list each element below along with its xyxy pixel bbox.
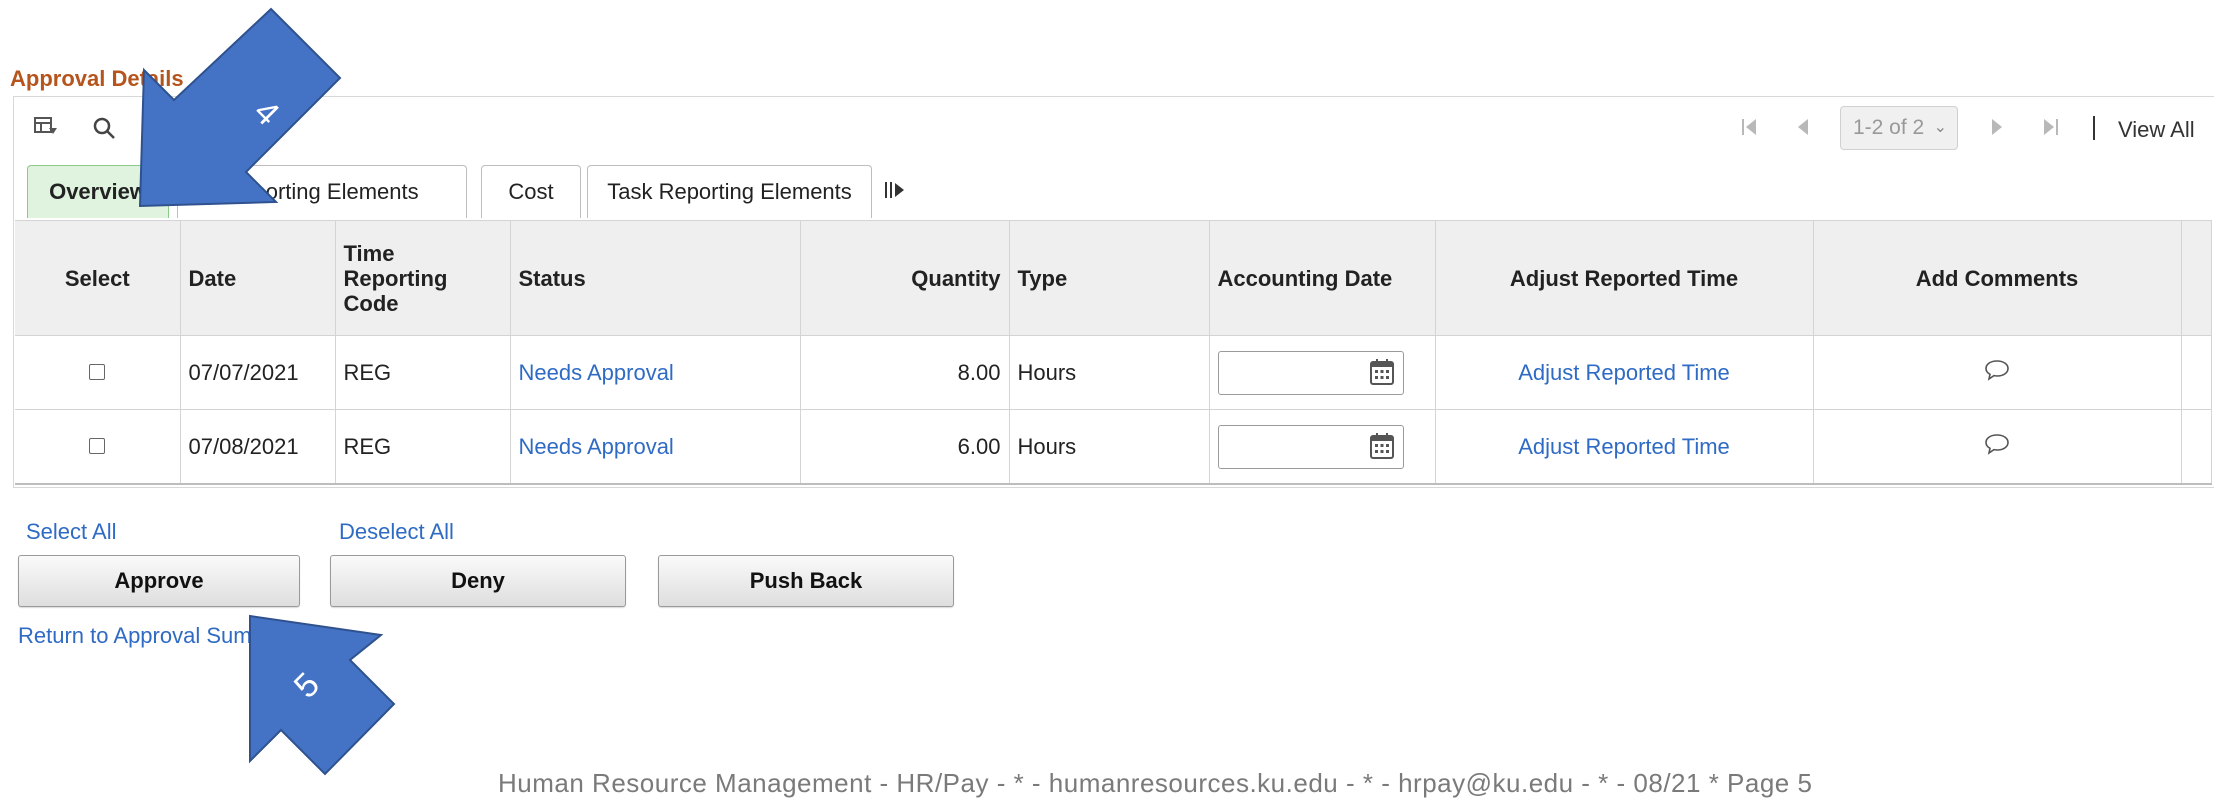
col-header-date[interactable]: Date (180, 220, 336, 336)
table-row: 07/08/2021 REG Needs Approval 6.00 Hours… (15, 409, 2212, 485)
annotation-arrow-4: 4 (138, 7, 342, 208)
approval-table: Select Date Time Reporting Code Status Q… (15, 220, 2212, 485)
col-header-accounting-date[interactable]: Accounting Date (1209, 220, 1436, 336)
col-header-type[interactable]: Type (1009, 220, 1210, 336)
annotation-arrow-5: 5 (249, 614, 396, 776)
page-range-value: 1-2 of 2 (1853, 116, 1925, 139)
show-all-columns-icon[interactable] (884, 180, 906, 206)
next-page-icon[interactable] (1988, 116, 2004, 144)
table-row: 07/07/2021 REG Needs Approval 8.00 Hours… (15, 335, 2212, 410)
row-status-link[interactable]: Needs Approval (519, 434, 674, 459)
calendar-icon[interactable] (1369, 358, 1395, 386)
comment-icon[interactable] (1984, 359, 2010, 381)
push-back-button[interactable]: Push Back (658, 555, 954, 607)
row-quantity: 6.00 (800, 409, 1010, 485)
previous-page-icon[interactable] (1796, 116, 1812, 144)
select-all-link[interactable]: Select All (26, 519, 117, 545)
page-range-select[interactable]: 1-2 of 2 ⌄ (1840, 106, 1958, 150)
row-trc: REG (335, 409, 511, 485)
col-header-status[interactable]: Status (510, 220, 801, 336)
pager-divider (2093, 116, 2095, 140)
grid-personalize-icon[interactable] (34, 116, 58, 143)
deny-button[interactable]: Deny (330, 555, 626, 607)
first-page-icon[interactable] (1740, 116, 1760, 144)
row-select-checkbox[interactable] (89, 363, 106, 380)
col-header-spacer (2181, 220, 2212, 336)
col-header-comments[interactable]: Add Comments (1813, 220, 2182, 336)
page-footer: Human Resource Management - HR/Pay - * -… (498, 768, 1813, 798)
row-date: 07/07/2021 (180, 335, 336, 410)
table-header-row: Select Date Time Reporting Code Status Q… (15, 220, 2212, 336)
view-all-link[interactable]: View All (2118, 117, 2195, 143)
row-trc: REG (335, 335, 511, 410)
row-date: 07/08/2021 (180, 409, 336, 485)
tab-cost[interactable]: Cost (481, 165, 581, 218)
approve-button[interactable]: Approve (18, 555, 300, 607)
row-select-checkbox[interactable] (89, 437, 106, 454)
row-status-link[interactable]: Needs Approval (519, 360, 674, 385)
col-header-select[interactable]: Select (15, 220, 181, 336)
comment-icon[interactable] (1984, 433, 2010, 455)
row-type: Hours (1009, 335, 1210, 410)
row-type: Hours (1009, 409, 1210, 485)
chevron-down-icon: ⌄ (1933, 119, 1947, 136)
row-quantity: 8.00 (800, 335, 1010, 410)
col-header-quantity[interactable]: Quantity (800, 220, 1010, 336)
adjust-reported-time-link[interactable]: Adjust Reported Time (1518, 434, 1730, 459)
search-icon[interactable] (92, 116, 116, 145)
col-header-trc[interactable]: Time Reporting Code (335, 220, 511, 336)
calendar-icon[interactable] (1369, 432, 1395, 460)
last-page-icon[interactable] (2040, 116, 2060, 144)
col-header-adjust[interactable]: Adjust Reported Time (1435, 220, 1814, 336)
deselect-all-link[interactable]: Deselect All (339, 519, 454, 545)
accounting-date-input[interactable] (1217, 350, 1404, 395)
tab-task-reporting-elements[interactable]: Task Reporting Elements (587, 165, 872, 218)
adjust-reported-time-link[interactable]: Adjust Reported Time (1518, 360, 1730, 385)
accounting-date-input[interactable] (1217, 424, 1404, 469)
